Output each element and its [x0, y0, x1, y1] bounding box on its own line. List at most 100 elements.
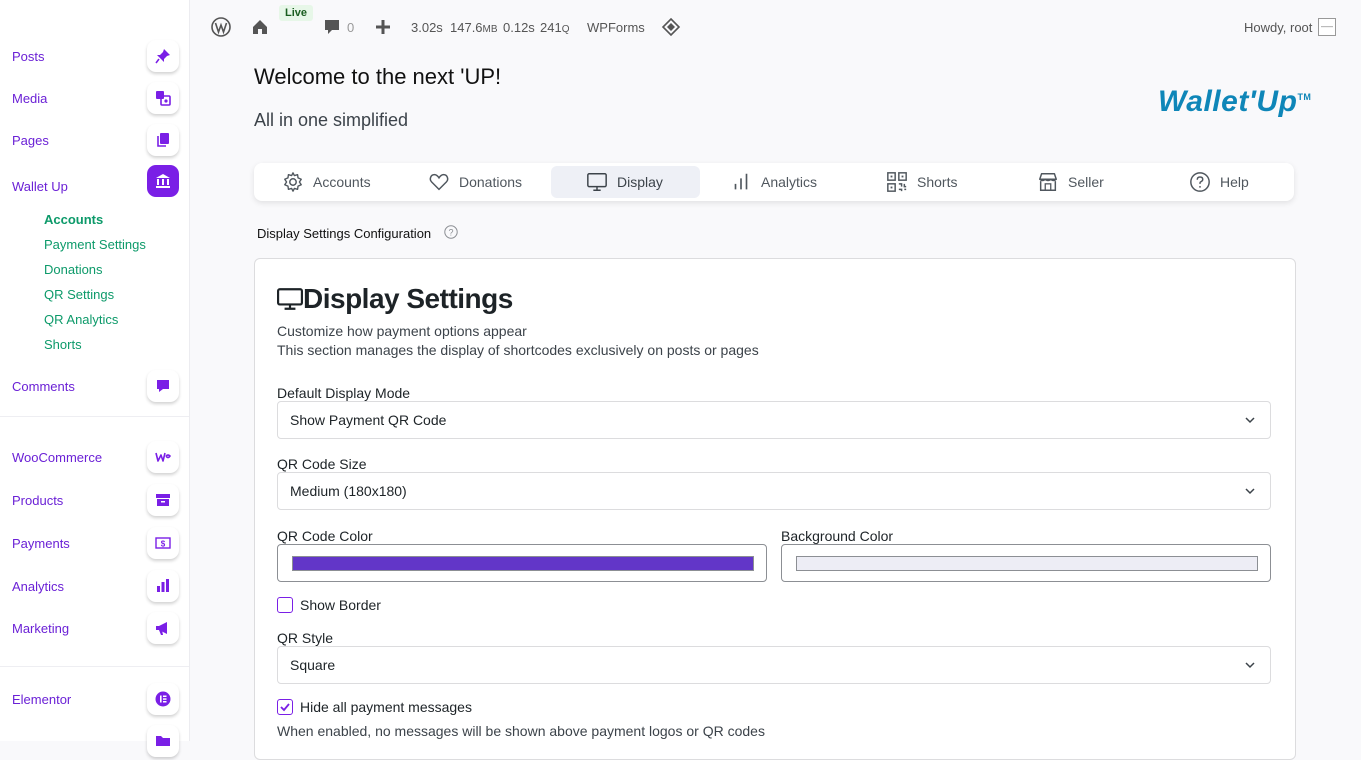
settings-tabs: Accounts Donations Display Analytics Sho…: [254, 163, 1294, 201]
comment-icon: [147, 370, 179, 402]
wpforms-link[interactable]: WPForms: [587, 20, 645, 35]
tab-analytics[interactable]: Analytics: [730, 166, 817, 198]
media-icon: [147, 82, 179, 114]
svg-text:?: ?: [448, 227, 453, 237]
qr-size-select[interactable]: Medium (180x180): [277, 472, 1271, 510]
tab-label: Analytics: [761, 174, 818, 190]
card-title: Display Settings: [277, 283, 513, 315]
qr-size-value: Medium (180x180): [290, 483, 407, 499]
wordpress-icon[interactable]: [211, 17, 231, 37]
admin-bar: Live 0 3.02s 147.6MB 0.12s 241Q WPForms …: [190, 0, 1361, 56]
sidebar-item-marketing[interactable]: Marketing: [0, 612, 189, 646]
sidebar-item-comments[interactable]: Comments: [0, 370, 189, 404]
chevron-down-icon: [1245, 417, 1255, 424]
submenu-shorts[interactable]: Shorts: [44, 337, 82, 352]
tab-accounts[interactable]: Accounts: [282, 166, 371, 198]
perf-queries-value: 241: [540, 20, 562, 35]
display-mode-value: Show Payment QR Code: [290, 412, 447, 428]
comment-count[interactable]: 0: [347, 20, 354, 35]
submenu-payment-settings[interactable]: Payment Settings: [44, 237, 146, 252]
card-description: Customize how payment options appear: [277, 323, 527, 339]
elementor-icon: [147, 683, 179, 715]
chart-icon: [147, 570, 179, 602]
hide-messages-description: When enabled, no messages will be shown …: [277, 723, 765, 739]
background-color-picker[interactable]: [781, 544, 1271, 582]
sidebar-item-payments[interactable]: Payments $: [0, 527, 189, 561]
sidebar-item-elementor[interactable]: Elementor: [0, 683, 189, 717]
sidebar-item-label: Media: [12, 91, 48, 106]
tab-donations[interactable]: Donations: [428, 166, 522, 198]
plus-icon[interactable]: [373, 17, 393, 37]
qr-color-picker[interactable]: [277, 544, 767, 582]
tab-seller[interactable]: Seller: [1037, 166, 1104, 198]
logo-tm: TM: [1297, 92, 1312, 102]
checkmark-icon: [280, 703, 290, 712]
tab-label: Help: [1220, 174, 1249, 190]
submenu-qr-settings[interactable]: QR Settings: [44, 287, 114, 302]
sidebar-item-posts[interactable]: Posts: [0, 40, 189, 74]
sidebar-item-label: Pages: [12, 133, 49, 148]
bar-chart-icon: [734, 173, 748, 190]
display-mode-select[interactable]: Show Payment QR Code: [277, 401, 1271, 439]
sidebar-item-wallet-up[interactable]: Wallet Up: [0, 165, 189, 199]
qr-style-select[interactable]: Square: [277, 646, 1271, 684]
diamond-icon[interactable]: [661, 17, 681, 37]
sidebar-item-label: Marketing: [12, 621, 70, 636]
help-circle-icon[interactable]: ?: [444, 225, 458, 239]
tab-label: Accounts: [313, 174, 371, 190]
qr-color-label: QR Code Color: [277, 528, 373, 544]
pin-icon: [147, 40, 179, 72]
chevron-down-icon: [1245, 662, 1255, 669]
sidebar-item-products[interactable]: Products: [0, 484, 189, 518]
megaphone-icon: [147, 612, 179, 644]
qr-icon: [887, 172, 907, 192]
submenu-accounts[interactable]: Accounts: [44, 212, 103, 227]
help-icon: [1190, 172, 1210, 192]
perf-time[interactable]: 3.02s: [411, 20, 443, 35]
howdy-user[interactable]: Howdy, root: [1244, 20, 1312, 35]
chevron-down-icon: [1245, 488, 1255, 495]
perf-memory-value: 147.6: [450, 20, 483, 35]
sidebar-item-templates[interactable]: [0, 725, 189, 759]
logo-text: Wallet'Up: [1158, 85, 1298, 118]
hide-messages-checkbox[interactable]: [277, 699, 293, 715]
comment-bubble-icon[interactable]: [322, 17, 342, 37]
sidebar-item-pages[interactable]: Pages: [0, 124, 189, 158]
woo-icon: [147, 441, 179, 473]
perf-queries[interactable]: 241Q: [540, 20, 569, 35]
sidebar-item-label: Payments: [12, 536, 70, 551]
submenu-qr-analytics[interactable]: QR Analytics: [44, 312, 118, 327]
config-heading: Display Settings Configuration: [257, 226, 432, 241]
page-subtitle: All in one simplified: [254, 110, 409, 130]
show-border-label: Show Border: [300, 597, 381, 613]
sidebar-item-woocommerce[interactable]: WooCommerce: [0, 441, 189, 475]
sidebar-item-label: Posts: [12, 49, 45, 64]
tab-shorts[interactable]: Shorts: [886, 166, 957, 198]
gear-icon: [284, 172, 302, 192]
sidebar-item-label: WooCommerce: [12, 450, 103, 465]
page-title: Welcome to the next 'UP!: [254, 64, 502, 89]
submenu-donations[interactable]: Donations: [44, 262, 103, 277]
home-icon[interactable]: [250, 17, 270, 37]
monitor-icon: [277, 288, 303, 310]
heart-icon: [429, 173, 449, 191]
tab-display[interactable]: Display: [551, 166, 700, 198]
tab-help[interactable]: Help: [1189, 166, 1249, 198]
bank-icon: [147, 165, 179, 197]
tab-label: Display: [617, 174, 663, 190]
background-color-swatch: [796, 556, 1258, 571]
sidebar-item-media[interactable]: Media: [0, 82, 189, 116]
sidebar-divider: [0, 416, 189, 417]
perf-query-time[interactable]: 0.12s: [503, 20, 535, 35]
live-badge: Live: [279, 5, 314, 21]
perf-memory[interactable]: 147.6MB: [450, 20, 498, 35]
tab-label: Shorts: [917, 174, 958, 190]
sidebar-item-analytics[interactable]: Analytics: [0, 570, 189, 604]
qr-style-label: QR Style: [277, 630, 334, 646]
avatar[interactable]: [1318, 18, 1336, 36]
tab-label: Donations: [459, 174, 523, 190]
show-border-checkbox[interactable]: [277, 597, 293, 613]
pages-icon: [147, 124, 179, 156]
svg-text:$: $: [161, 540, 166, 549]
sidebar-divider: [0, 666, 189, 667]
